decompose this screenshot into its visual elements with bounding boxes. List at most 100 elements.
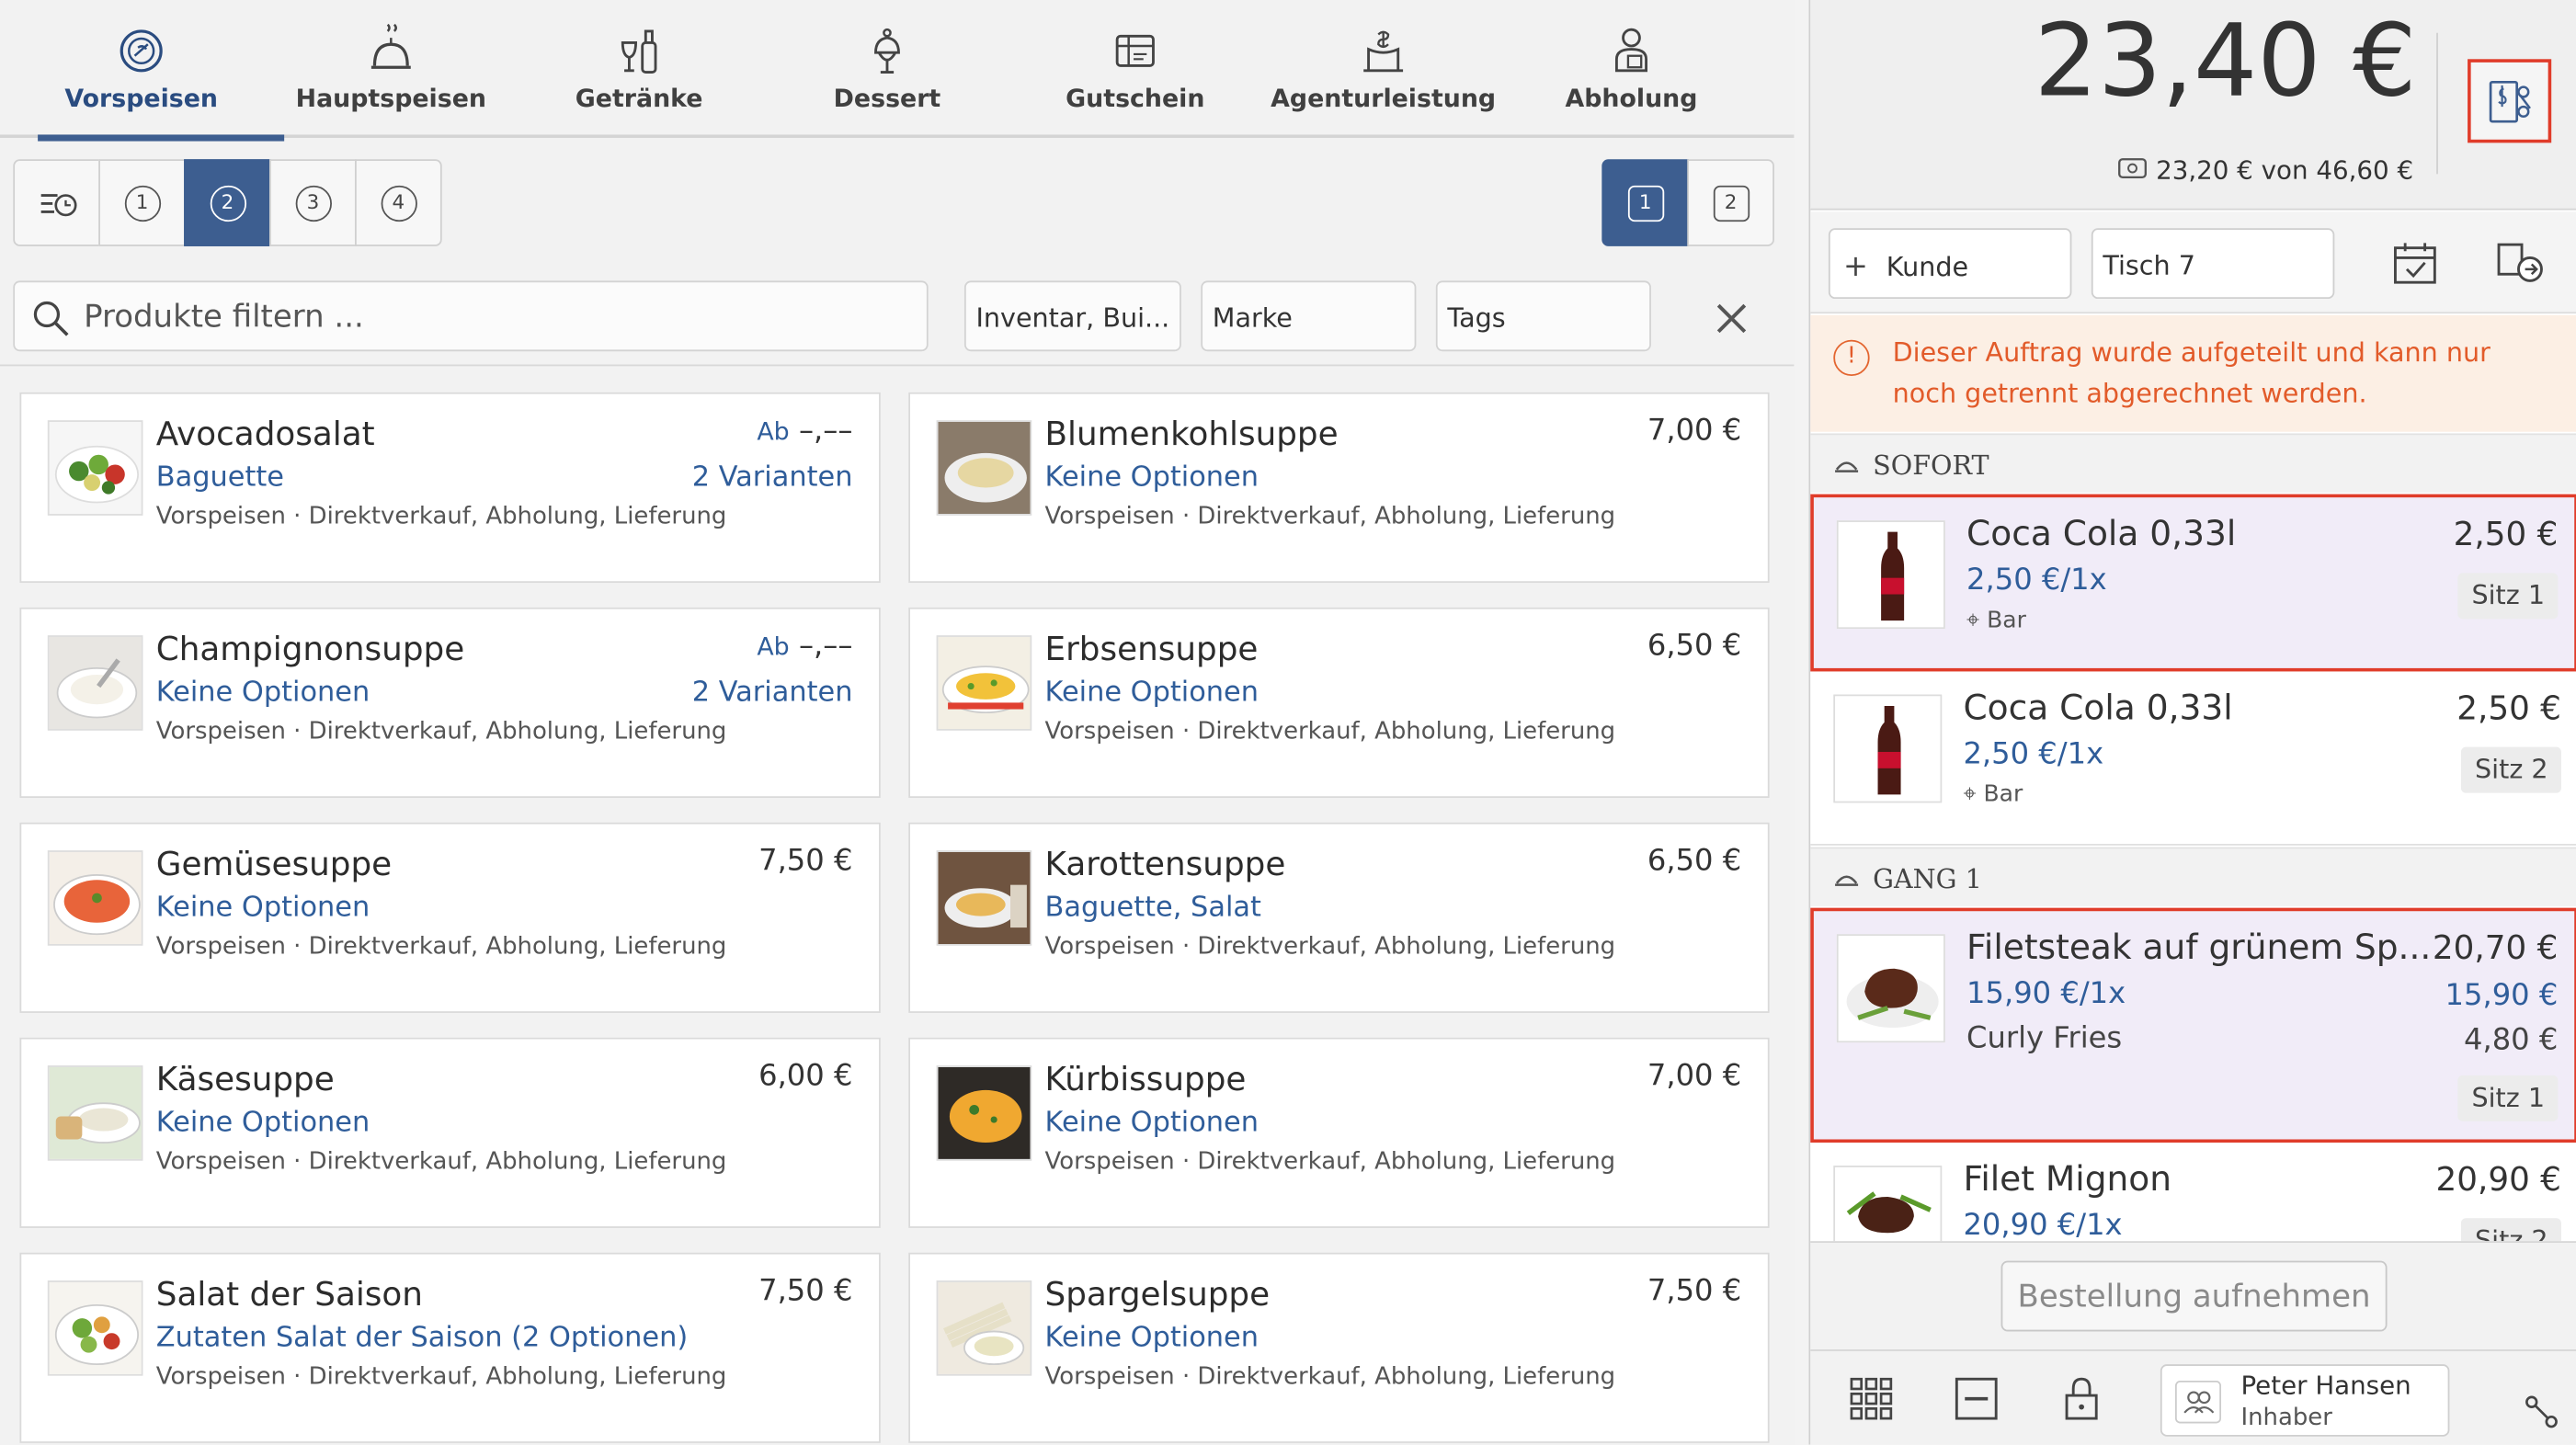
order-panel: 23,40 € 23,20 € von 46,60 € + Kunde Tisc… [1808, 0, 2576, 1445]
order-actions: Bestellung aufnehmen [1810, 1241, 2576, 1350]
product-card[interactable]: Blumenkohlsuppe 7,00 € Keine Optionen Vo… [908, 392, 1770, 584]
product-card[interactable]: Kürbissuppe 7,00 € Keine Optionen Vorspe… [908, 1037, 1770, 1228]
table-selector[interactable]: Tisch 7 [2091, 228, 2335, 300]
calendar-check-icon[interactable] [2392, 240, 2438, 286]
item-name: Filet Mignon [1963, 1158, 2172, 1199]
location-icon: ⌖ [1963, 781, 1977, 808]
tab-agenturleistung[interactable]: Agenturleistung [1260, 0, 1507, 138]
order-item[interactable]: Filetsteak auf grünem Sp... 15,90 €/1x C… [1810, 907, 2576, 1143]
product-options: Baguette [155, 461, 284, 495]
product-name: Gemüsesuppe [155, 844, 393, 883]
tab-label: Getränke [575, 84, 703, 114]
product-options: Keine Optionen [155, 676, 370, 710]
seat-2-button[interactable]: 2 [1687, 159, 1774, 246]
product-image [936, 1065, 1032, 1161]
tab-vorspeisen[interactable]: Vorspeisen [18, 0, 285, 142]
lock-icon[interactable] [2057, 1374, 2106, 1424]
seat-badge: Sitz 1 [2458, 573, 2559, 620]
item-name: Coca Cola 0,33l [1963, 688, 2233, 728]
product-card[interactable]: Erbsensuppe 6,50 € Keine Optionen Vorspe… [908, 607, 1770, 798]
product-search [13, 280, 929, 352]
order-item[interactable]: Filet Mignon 20,90 €/1x 20,90 € Sitz 2 [1810, 1143, 2576, 1242]
tab-abholung[interactable]: Abholung [1508, 0, 1754, 138]
divider [0, 364, 1795, 367]
seat-badge: Sitz 2 [2461, 746, 2561, 793]
user-badge[interactable]: Peter Hansen Inhaber [2160, 1364, 2450, 1437]
product-image [47, 1280, 143, 1376]
course-tag-icon [1835, 461, 1859, 472]
transfer-icon[interactable] [2495, 240, 2545, 286]
product-image [936, 850, 1032, 946]
tab-label: Vorspeisen [64, 84, 219, 114]
course-4-button[interactable]: 4 [354, 159, 442, 246]
item-unit-price: 20,90 €/1x [1963, 1208, 2123, 1242]
tab-label: Abholung [1565, 84, 1698, 114]
order-item[interactable]: Coca Cola 0,33l 2,50 €/1x ⌖ Bar 2,50 € S… [1810, 671, 2576, 846]
minimize-icon[interactable] [1952, 1374, 2001, 1424]
product-name: Kürbissuppe [1044, 1058, 1247, 1098]
product-price: 6,50 € [1647, 629, 1742, 664]
product-card[interactable]: Spargelsuppe 7,50 € Keine Optionen Vorsp… [908, 1252, 1770, 1443]
item-price: 2,50 € [2453, 514, 2559, 553]
tags-filter[interactable]: Tags [1435, 280, 1651, 352]
group-header: SOFORT [1810, 433, 2576, 493]
product-name: Blumenkohlsuppe [1044, 414, 1339, 453]
tab-dessert[interactable]: Dessert [764, 0, 1010, 138]
product-card[interactable]: Avocadosalat Ab –,–– Baguette 2 Variante… [19, 392, 881, 584]
item-price: 2,50 € [2456, 688, 2561, 728]
tab-getraenke[interactable]: Getränke [516, 0, 762, 138]
product-price: 6,50 € [1647, 844, 1742, 879]
order-toolbar: + Kunde Tisch 7 [1810, 211, 2576, 314]
clear-filter-icon[interactable] [1708, 295, 1754, 341]
pickup-icon [1614, 28, 1648, 73]
course-number: 3 [294, 184, 332, 222]
course-3-button[interactable]: 3 [269, 159, 357, 246]
product-price: 6,00 € [758, 1058, 853, 1094]
course-number: 4 [380, 184, 417, 222]
tab-hauptspeisen[interactable]: Hauptspeisen [268, 0, 514, 138]
seat-1-button[interactable]: 1 [1601, 159, 1690, 246]
course-2-button[interactable]: 2 [184, 159, 271, 246]
product-options: Zutaten Salat der Saison (2 Optionen) [155, 1321, 689, 1355]
product-meta: Vorspeisen · Direktverkauf, Abholung, Li… [155, 1364, 727, 1391]
footer-toolbar: Peter Hansen Inhaber [1810, 1349, 2576, 1445]
place-order-button[interactable]: Bestellung aufnehmen [2000, 1260, 2388, 1332]
inventory-filter[interactable]: Inventar, Bui... [963, 280, 1181, 352]
tab-label: Gutschein [1066, 84, 1205, 114]
product-image [936, 635, 1032, 731]
pos-app: Vorspeisen Hauptspeisen Getränke Dessert… [0, 0, 2576, 1445]
product-card[interactable]: Champignonsuppe Ab –,–– Keine Optionen 2… [19, 607, 881, 798]
course-filter-button[interactable] [13, 159, 101, 246]
product-card[interactable]: Karottensuppe 6,50 € Baguette, Salat Vor… [908, 822, 1770, 1013]
product-image [1836, 520, 1945, 630]
order-item[interactable]: Coca Cola 0,33l 2,50 €/1x ⌖ Bar 2,50 € S… [1810, 494, 2576, 672]
product-price: 7,50 € [758, 1273, 853, 1309]
add-customer-button[interactable]: + Kunde [1828, 228, 2072, 300]
item-location: ⌖ Bar [1966, 607, 2026, 634]
item-unit-price: 2,50 €/1x [1966, 563, 2107, 598]
split-bill-icon [2489, 80, 2531, 123]
grid-icon[interactable] [1847, 1374, 1897, 1424]
course-1-button[interactable]: 1 [98, 159, 186, 246]
connection-icon[interactable] [2517, 1387, 2567, 1437]
paid-summary: 23,20 € von 46,60 € [2118, 156, 2413, 186]
brand-filter[interactable]: Marke [1201, 280, 1417, 352]
category-tabs: Vorspeisen Hauptspeisen Getränke Dessert… [0, 0, 1795, 142]
product-image [47, 635, 143, 731]
product-price: 7,50 € [1647, 1273, 1742, 1309]
item-price: 20,70 € [2432, 927, 2559, 967]
product-card[interactable]: Salat der Saison 7,50 € Zutaten Salat de… [19, 1252, 881, 1443]
product-name: Spargelsuppe [1044, 1273, 1271, 1314]
product-image [1833, 694, 1943, 803]
product-name: Salat der Saison [155, 1273, 423, 1314]
product-card[interactable]: Gemüsesuppe 7,50 € Keine Optionen Vorspe… [19, 822, 881, 1013]
product-meta: Vorspeisen · Direktverkauf, Abholung, Li… [1044, 1364, 1616, 1391]
item-side: Curly Fries [1966, 1020, 2123, 1056]
search-input[interactable] [84, 295, 906, 338]
product-meta: Vorspeisen · Direktverkauf, Abholung, Li… [155, 719, 727, 745]
product-variants: 2 Varianten [691, 461, 853, 495]
seat-number: 1 [1627, 184, 1664, 222]
product-card[interactable]: Käsesuppe 6,00 € Keine Optionen Vorspeis… [19, 1037, 881, 1228]
tab-gutschein[interactable]: Gutschein [1012, 0, 1259, 138]
split-bill-button[interactable] [2468, 59, 2552, 143]
